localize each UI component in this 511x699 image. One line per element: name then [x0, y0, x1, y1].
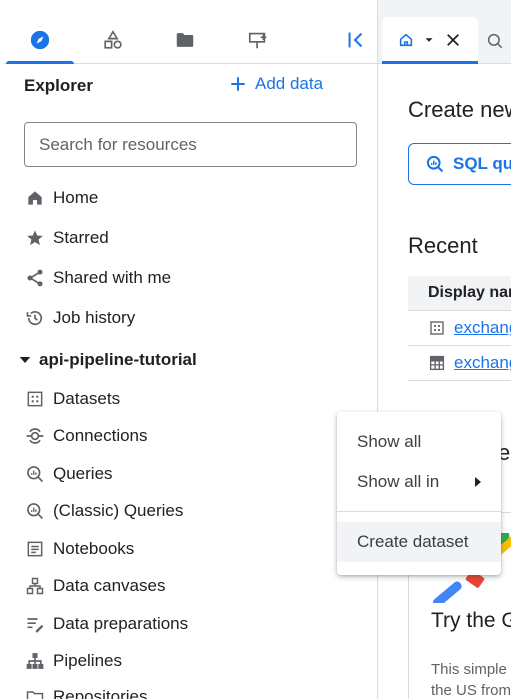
- tab-query[interactable]: [486, 28, 511, 54]
- menu-item-label: Create dataset: [357, 532, 469, 551]
- table-row[interactable]: exchange_rates: [408, 311, 511, 346]
- add-data-button[interactable]: Add data: [229, 74, 323, 94]
- project-item-label: Data canvases: [53, 576, 166, 595]
- sql-query-label: SQL query: [453, 154, 511, 173]
- promo-body: This simple the US from: [431, 659, 511, 699]
- project-item-data-preparations[interactable]: Data preparations: [24, 611, 188, 637]
- dataset-icon: [24, 388, 46, 410]
- main-content: Create new SQL query Recent Display name…: [378, 0, 511, 699]
- nav-shared-with-me[interactable]: Shared with me: [24, 265, 171, 291]
- close-icon[interactable]: [444, 31, 462, 49]
- table-header[interactable]: Display name: [408, 276, 511, 311]
- pipeline-icon: [24, 650, 46, 672]
- notebook-icon: [24, 538, 46, 560]
- tab-pipelines[interactable]: [240, 22, 276, 58]
- nav-label: Shared with me: [53, 268, 172, 287]
- collapse-panel-button[interactable]: [338, 22, 374, 58]
- project-item-repositories[interactable]: Repositories: [24, 684, 148, 699]
- icon-tab-bar: [4, 0, 377, 64]
- project-item-queries[interactable]: Queries: [24, 461, 113, 487]
- project-item-label: Notebooks: [53, 539, 135, 558]
- table-icon: [429, 355, 445, 371]
- menu-divider: [337, 511, 501, 512]
- project-item-connections[interactable]: Connections: [24, 423, 148, 449]
- project-node[interactable]: api-pipeline-tutorial: [16, 347, 197, 373]
- recent-link[interactable]: exchange_rates: [454, 353, 511, 373]
- project-item-label: Connections: [53, 426, 148, 445]
- project-item-label: Datasets: [53, 389, 121, 408]
- nav-label: Starred: [53, 228, 109, 247]
- shapes-icon: [104, 30, 122, 49]
- menu-item-label: Show all in: [357, 472, 440, 491]
- explorer-panel: Explorer Add data Home Starred Shared wi…: [0, 0, 378, 699]
- connection-icon: [24, 425, 46, 447]
- submenu-arrow-icon: [475, 477, 481, 487]
- recent-heading: Recent: [408, 233, 478, 258]
- project-item-classic-queries[interactable]: (Classic) Queries: [24, 498, 183, 524]
- plus-icon: [231, 77, 245, 91]
- add-data-label: Add data: [255, 74, 324, 93]
- nav-label: Home: [53, 188, 99, 207]
- nav-job-history[interactable]: Job history: [24, 305, 135, 331]
- nav-label: Job history: [53, 308, 136, 327]
- editor-tab-strip: [378, 0, 511, 64]
- tab-shapes[interactable]: [95, 22, 131, 58]
- chevron-down-icon[interactable]: [422, 33, 436, 47]
- project-item-notebooks[interactable]: Notebooks: [24, 536, 134, 562]
- caret-down-icon[interactable]: [16, 351, 34, 369]
- tab-folder[interactable]: [167, 22, 203, 58]
- project-item-label: (Classic) Queries: [53, 501, 184, 520]
- nav-starred[interactable]: Starred: [24, 225, 109, 251]
- star-icon: [24, 227, 46, 249]
- promo-body-line: This simple: [431, 661, 507, 678]
- menu-item-show-all-in[interactable]: Show all in: [337, 462, 501, 502]
- recent-table: Display name exchange_rates exchange_rat…: [408, 276, 511, 381]
- home-icon: [24, 187, 46, 209]
- collapse-left-icon: [348, 32, 363, 48]
- explorer-title: Explorer: [24, 76, 93, 95]
- share-icon: [24, 267, 46, 289]
- query-icon: [24, 500, 46, 522]
- menu-item-create-dataset[interactable]: Create dataset: [337, 522, 501, 562]
- query-icon: [24, 463, 46, 485]
- folder-icon: [24, 686, 46, 699]
- tab-home[interactable]: [382, 17, 478, 64]
- create-new-heading: Create new: [408, 97, 511, 122]
- sql-query-button[interactable]: SQL query: [408, 143, 511, 185]
- project-item-label: Data preparations: [53, 614, 189, 633]
- promo-title: Try the Gemini: [431, 609, 511, 632]
- menu-item-show-all[interactable]: Show all: [337, 422, 501, 462]
- table-row[interactable]: exchange_rates: [408, 346, 511, 381]
- canvas-icon: [24, 575, 46, 597]
- tab-explorer[interactable]: [6, 22, 74, 64]
- recent-link[interactable]: exchange_rates: [454, 318, 511, 338]
- project-item-label: Queries: [53, 464, 113, 483]
- project-label: api-pipeline-tutorial: [39, 350, 197, 369]
- context-menu: Show all Show all in Create dataset: [337, 412, 501, 575]
- pipeline-sign-icon: [248, 32, 267, 49]
- project-item-data-canvases[interactable]: Data canvases: [24, 573, 165, 599]
- history-icon: [24, 307, 46, 329]
- query-icon: [487, 33, 503, 49]
- data-prep-icon: [24, 613, 46, 635]
- project-item-pipelines[interactable]: Pipelines: [24, 648, 122, 674]
- dataset-icon: [430, 321, 444, 335]
- nav-home[interactable]: Home: [24, 185, 98, 211]
- project-item-datasets[interactable]: Datasets: [24, 386, 120, 412]
- folder-icon: [176, 33, 194, 47]
- home-outline-icon: [399, 33, 413, 47]
- project-item-label: Pipelines: [53, 651, 122, 670]
- search-resources-input[interactable]: [24, 122, 357, 167]
- compass-icon: [30, 30, 50, 50]
- query-icon: [426, 155, 444, 173]
- menu-item-label: Show all: [357, 432, 422, 451]
- project-item-label: Repositories: [53, 687, 148, 699]
- promo-body-line: the US from: [431, 682, 511, 699]
